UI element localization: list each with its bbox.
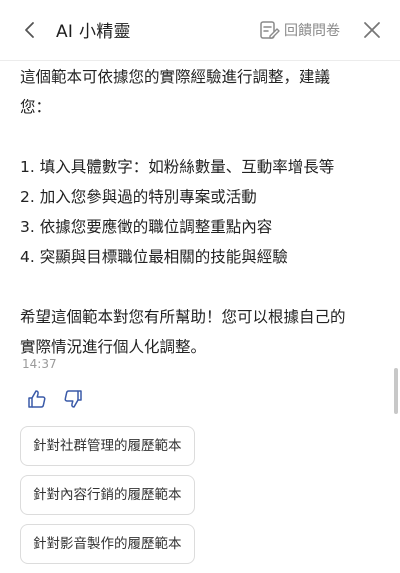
suggestion-chip[interactable]: 針對影音製作的履歷範本 <box>20 524 195 564</box>
thumbs-down-icon <box>64 390 82 408</box>
chevron-left-icon <box>25 22 34 38</box>
message-timestamp: 14:37 <box>22 357 57 371</box>
message-intro-line: 這個範本可依據您的實際經驗進行調整，建議 <box>20 68 331 86</box>
suggestion-chip[interactable]: 針對社群管理的履歷範本 <box>20 426 195 466</box>
back-button[interactable] <box>18 18 42 42</box>
feedback-form-icon <box>260 21 280 39</box>
message-closing-line: 實際情況進行個人化調整。 <box>20 338 207 356</box>
message-closing-line: 希望這個範本對您有所幫助！您可以根據自己的 <box>20 308 346 326</box>
chat-header: AI 小精靈 回饋問卷 <box>0 0 400 61</box>
suggestion-chip[interactable]: 針對內容行銷的履歷範本 <box>20 475 195 515</box>
message-intro-line: 您： <box>20 98 52 116</box>
close-icon <box>364 22 380 38</box>
dislike-button[interactable] <box>62 388 84 410</box>
assistant-message: 這個範本可依據您的實際經驗進行調整，建議 您： 1. 填入具體數字：如粉絲數量、… <box>20 62 370 362</box>
feedback-survey-label: 回饋問卷 <box>284 23 340 39</box>
like-button[interactable] <box>26 388 48 410</box>
thumbs-up-icon <box>28 390 46 408</box>
message-list-item: 4. 突顯與目標職位最相關的技能與經驗 <box>20 248 288 266</box>
message-list-item: 2. 加入您參與過的特別專案或活動 <box>20 188 257 206</box>
chat-title: AI 小精靈 <box>56 22 131 42</box>
feedback-survey-button[interactable]: 回饋問卷 <box>258 18 340 42</box>
close-button[interactable] <box>360 18 384 42</box>
scrollbar-thumb[interactable] <box>394 368 398 414</box>
message-list-item: 1. 填入具體數字：如粉絲數量、互動率增長等 <box>20 158 335 176</box>
message-list-item: 3. 依據您要應徵的職位調整重點內容 <box>20 218 273 236</box>
